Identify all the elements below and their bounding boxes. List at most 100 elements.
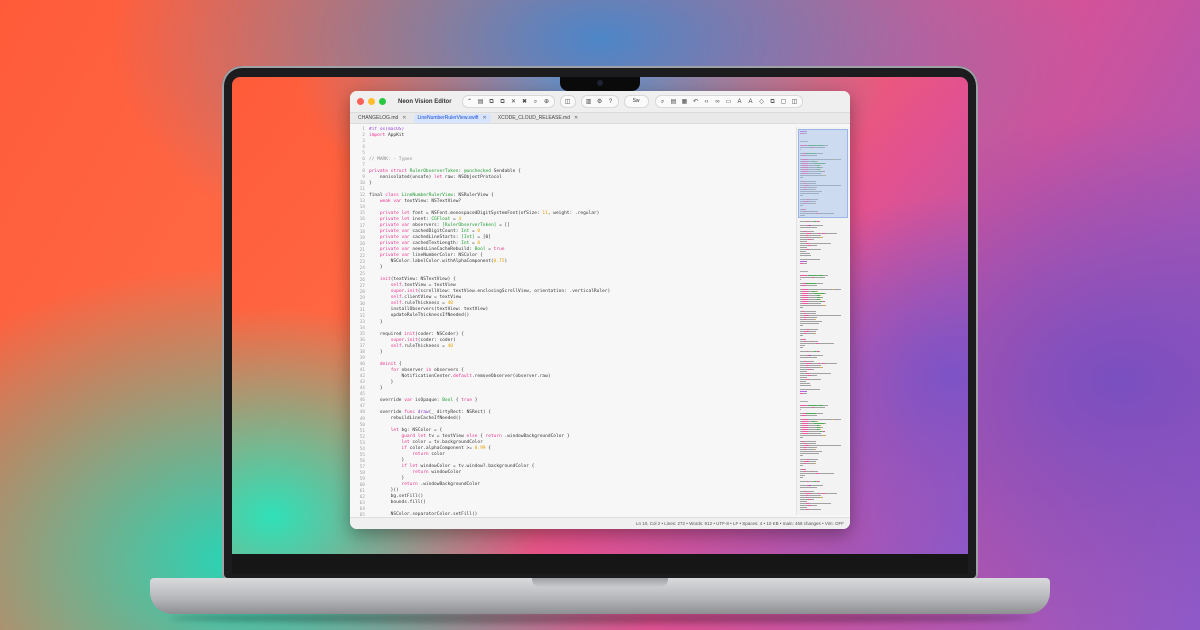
minimap-line (800, 335, 803, 337)
minimap-line (809, 509, 821, 511)
laptop-base (150, 578, 1050, 614)
minimap-line (811, 505, 817, 507)
code-icon[interactable]: ‹› (703, 98, 711, 106)
minimap-line (800, 255, 811, 257)
minimap-line (806, 415, 817, 417)
camera-icon (597, 80, 603, 86)
toolbar-group-view: ▥ ⚙? (580, 95, 619, 108)
minimap-line (833, 289, 841, 291)
text-a-icon[interactable]: A (747, 98, 755, 106)
minimap-line (800, 455, 803, 457)
undo-icon[interactable]: ↶ (692, 98, 700, 106)
minimap-line (819, 481, 820, 483)
minimap-line (800, 305, 823, 307)
minimap-line (825, 305, 826, 307)
chevron-up-icon[interactable]: ⌃ (466, 98, 474, 106)
text-a-icon[interactable]: A (736, 98, 744, 106)
sidebar-icon[interactable]: ◫ (564, 98, 572, 106)
minimap-line (824, 233, 837, 235)
minimap-line (823, 423, 826, 425)
tab-label: XCODE_CLOUD_RELEASE.md (497, 114, 570, 121)
copy-icon[interactable]: ⧉ (488, 98, 496, 106)
frame-icon[interactable]: ▢ (780, 98, 788, 106)
minimap-line (800, 407, 812, 409)
close-tab-icon[interactable]: ✕ (402, 114, 406, 123)
status-bar: Ln 10, Col 2 • Lines: 272 • Words: 912 •… (350, 517, 850, 529)
minimap-line (800, 279, 801, 281)
close-tab-icon[interactable]: ✕ (483, 114, 487, 123)
sidebar-icon[interactable]: ◫ (791, 98, 799, 106)
minimap-line (811, 239, 814, 241)
zoom-window-button[interactable] (379, 98, 386, 105)
minimap-line (800, 347, 803, 349)
copy-icon[interactable]: ⧉ (499, 98, 507, 106)
lid-opening-notch (532, 578, 668, 587)
minimap[interactable] (796, 127, 849, 515)
minimap-line (800, 401, 808, 403)
close-icon[interactable]: ✖ (521, 98, 529, 106)
book-icon[interactable]: ▦ (681, 98, 689, 106)
line-number-gutter: 1 2 3 4 5 6 7 8 9 10 11 12 13 14 15 16 1… (359, 127, 365, 518)
tab-0[interactable]: CHANGELOG.md ✕ (354, 114, 411, 123)
minimap-line (811, 499, 814, 501)
minimap-line (806, 333, 815, 335)
minimap-line (823, 431, 825, 433)
minimap-line (800, 409, 801, 411)
help-icon[interactable]: ? (607, 98, 615, 106)
tab-1[interactable]: LineNumberRulerView.swift ✕ (413, 113, 491, 123)
language-select[interactable]: Sw (623, 95, 649, 108)
minimap-line (800, 357, 817, 359)
toolbar-group-file: ⌃ ▤ ⧉ ⧉ ✕ ✖ ⌕ ⊕ (461, 95, 555, 108)
minimap-line (833, 419, 841, 421)
tab-bar: CHANGELOG.md ✕ LineNumberRulerView.swift ✕ X… (350, 112, 850, 124)
minimap-line (806, 285, 817, 287)
minimize-window-button[interactable] (368, 98, 375, 105)
minimap-line (824, 363, 837, 365)
toolbar-group-tools: ⌕ ▤ ▦ ↶ ‹› ∞ ▭ A A ◇ ⧉ ▢ ◫ (654, 95, 803, 108)
minimap-line (803, 263, 807, 265)
zoom-icon[interactable]: ⊕ (543, 98, 551, 106)
window-controls (357, 98, 386, 105)
minimap-line (811, 375, 817, 377)
split-icon[interactable]: ▥ (585, 98, 593, 106)
close-tab-icon[interactable]: ✕ (574, 114, 578, 123)
minimap-line (803, 393, 807, 395)
gear-icon[interactable]: ⚙ (596, 98, 604, 106)
camera-notch (560, 77, 640, 91)
minimap-line (800, 437, 803, 439)
minimap-line (800, 487, 817, 489)
minimap-line (800, 385, 811, 387)
code-editor[interactable]: #if os(macOS) import AppKit // MARK: - Ty… (369, 127, 789, 517)
screen-icon[interactable]: ▭ (725, 98, 733, 106)
folder-icon[interactable]: ▤ (477, 98, 485, 106)
minimap-line (800, 465, 803, 467)
close-window-button[interactable] (357, 98, 364, 105)
minimap-line (800, 227, 817, 229)
window-title: Neon Vision Editor (398, 98, 452, 105)
trash-icon[interactable]: ✕ (510, 98, 518, 106)
copy-icon[interactable]: ⧉ (769, 98, 777, 106)
minimap-line (823, 293, 826, 295)
minimap-line (800, 277, 812, 279)
doc-icon[interactable]: ▤ (670, 98, 678, 106)
minimap-line (819, 221, 820, 223)
tab-2[interactable]: XCODE_CLOUD_RELEASE.md ✕ (494, 114, 582, 123)
minimap-viewport[interactable] (798, 129, 848, 218)
search-icon[interactable]: ⌕ (659, 98, 667, 106)
minimap-line (819, 473, 834, 475)
minimap-line (813, 407, 825, 409)
titlebar: Neon Vision Editor ⌃ ▤ ⧉ ⧉ ✕ ✖ ⌕ ⊕ ◫ ▥ ⚙? Sw ⌕ ▤ ▦… (350, 91, 850, 112)
minimap-line (800, 307, 803, 309)
eraser-icon[interactable]: ◇ (758, 98, 766, 106)
minimap-line (819, 351, 820, 353)
minimap-line (821, 497, 823, 499)
minimap-line (825, 435, 826, 437)
toolbar-group-sidebar: ◫ (559, 95, 576, 108)
link-icon[interactable]: ∞ (714, 98, 722, 106)
search-icon[interactable]: ⌕ (532, 98, 540, 106)
minimap-line (813, 277, 825, 279)
minimap-line (800, 325, 803, 327)
minimap-line (800, 477, 803, 479)
minimap-line (800, 453, 819, 455)
minimap-line (800, 271, 808, 273)
